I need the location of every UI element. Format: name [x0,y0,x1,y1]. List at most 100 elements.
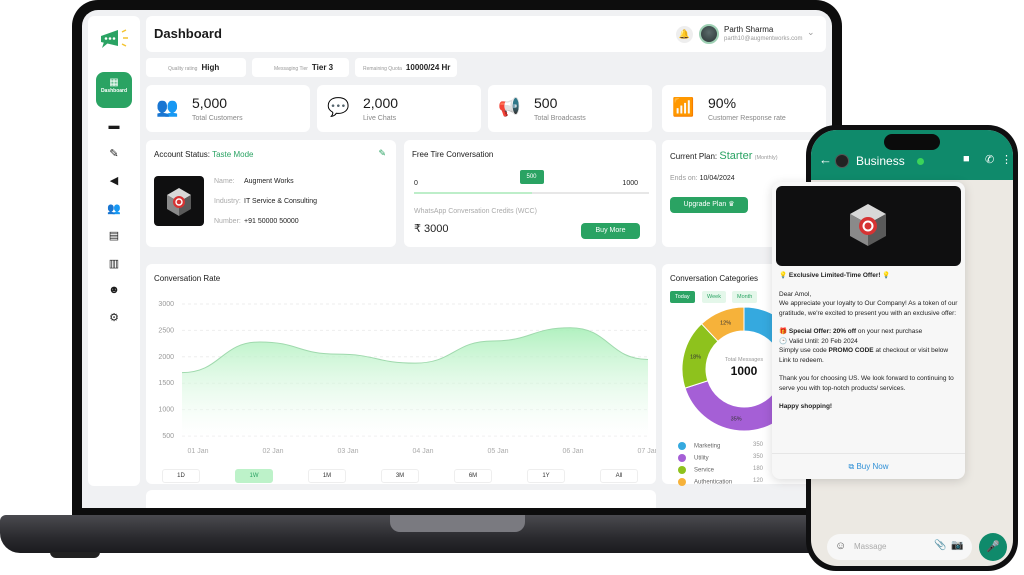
more-options-icon[interactable]: ⋮ [1001,153,1012,166]
message-image [776,186,961,266]
company-logo [154,176,204,226]
edit-icon[interactable]: ✎ [378,148,386,159]
y-tick-label: 1000 [158,407,174,414]
stat-live-chats: 💬 2,000 Live Chats [317,85,481,132]
area-fill [182,327,648,436]
contacts-icon: 👥 [107,203,121,215]
legend-item: Authentication 120 [678,478,763,486]
y-tick-label: 1500 [158,380,174,387]
user-avatar[interactable] [699,24,719,44]
upgrade-plan-button[interactable]: Upgrade Plan ♛ [670,197,748,213]
customers-icon: 👥 [156,97,179,117]
notification-bell-icon[interactable]: 🔔 [676,26,693,43]
slider-value-tooltip[interactable]: 500 [519,170,544,184]
legend-value: 350 [753,442,764,448]
account-status-card: Account Status: Taste Mode ✎ Name: Augmen… [146,140,396,247]
back-arrow-icon[interactable]: ← [819,152,832,167]
campaign-icon: ✎ [109,148,119,160]
bot-icon: ☻ [108,284,120,296]
sidebar-item-templates[interactable]: ▤ [88,229,140,242]
legend-value: 120 [753,478,764,484]
tab-week[interactable]: Week [702,291,726,303]
dashboard-icon: ▦ [109,77,119,88]
sidebar-item-campaign[interactable]: ✎ [88,147,140,160]
sidebar-item-contacts[interactable]: 👥 [88,202,140,215]
range-button-1w[interactable]: 1W [235,469,273,483]
legend-item: Service 180 [678,466,763,474]
phone-call-icon[interactable]: ✆ [985,153,994,166]
laptop-notch [390,515,525,532]
x-tick-label: 07 Jan [637,448,656,455]
conversation-rate-chart: 500 1000 1500 2000 2500 3000 01 Jan 02 Jan 03 Ja… [158,301,656,455]
contact-avatar[interactable] [835,154,849,168]
x-tick-label: 06 Jan [562,448,583,455]
sidebar-item-chat[interactable]: ▬ [88,120,140,132]
sidebar-item-analytics[interactable]: ▥ [88,257,140,270]
external-link-icon: ⧉ [848,462,855,471]
emoji-icon[interactable]: ☺ [835,540,846,552]
message-input[interactable]: ☺ Massage 📎 📷 [827,534,972,560]
top-header: Dashboard 🔔 Parth Sharma parth10@augment… [146,16,826,52]
wcc-amount: ₹ 3000 [414,223,449,235]
megaphone-logo-icon [101,29,128,48]
y-tick-label: 3000 [158,301,174,308]
attach-icon[interactable]: 📎 [934,540,946,551]
legend-label: Service [694,467,715,474]
range-button-1m[interactable]: 1M [308,469,346,483]
stat-total-customers: 👥 5,000 Total Customers [146,85,310,132]
account-name: Name: Augment Works [214,178,294,185]
sidebar-item-broadcast[interactable]: ◀ [88,174,140,187]
y-tick-label: 2500 [158,327,174,334]
x-tick-label: 02 Jan [262,448,283,455]
plan-name: Starter [719,150,753,162]
slider-max: 1000 [622,180,638,187]
broadcast-icon: 📢 [498,97,521,117]
range-button-all[interactable]: All [600,469,638,483]
buy-now-button[interactable]: ⧉ Buy Now [772,453,965,472]
analytics-icon: ▥ [108,258,120,270]
x-tick-label: 05 Jan [487,448,508,455]
range-button-1y[interactable]: 1Y [527,469,565,483]
settings-icon: ⚙ [109,312,119,324]
legend-dot [678,466,686,474]
augment-cube-icon [850,204,886,246]
remaining-quota-pill: Remaining Quota 10000/24 Hr [355,58,457,77]
messaging-tier-pill: Messaging Tier Tier 3 [252,58,349,77]
chevron-down-icon[interactable]: ⌄ [807,27,815,38]
sidebar: ▦ Dashboard ▬ ✎ ◀ 👥 ▤ ▥ ☻ ⚙ [88,16,140,486]
legend-item: Utility 350 [678,454,763,462]
x-tick-label: 01 Jan [187,448,208,455]
sidebar-item-dashboard[interactable]: ▦ Dashboard [96,72,132,108]
sidebar-item-settings[interactable]: ⚙ [88,311,140,324]
buy-more-button[interactable]: Buy More [581,223,640,239]
contact-name: Business [856,154,905,168]
crown-icon: ♛ [728,201,735,208]
tab-month[interactable]: Month [732,291,758,303]
account-number: Number: +91 50000 50000 [214,218,299,225]
response-rate-icon: 📶 [672,97,695,117]
slider-track[interactable] [414,192,649,194]
video-call-icon[interactable]: ■ [963,153,970,165]
slice-label: 12% [720,321,731,327]
stat-response-rate: 📶 90% Customer Response rate [662,85,826,132]
mic-icon: 🎤 [986,541,1000,553]
tab-today[interactable]: Today [670,291,695,303]
y-tick-label: 500 [162,433,174,440]
sidebar-item-bot[interactable]: ☻ [88,284,140,296]
broadcast-icon: ◀ [109,175,119,187]
range-button-1d[interactable]: 1D [162,469,200,483]
legend-dot [678,454,686,462]
donut-center-value: 1000 [731,364,758,378]
laptop-base [0,515,835,553]
legend-dot [678,442,686,450]
mic-button[interactable]: 🎤 [979,533,1007,561]
range-button-3m[interactable]: 3M [381,469,419,483]
y-tick-label: 2000 [158,354,174,361]
legend-dot [678,478,686,486]
template-icon: ▤ [108,230,120,242]
legend-value: 180 [753,466,764,472]
range-button-6m[interactable]: 6M [454,469,492,483]
quality-rating-pill: Quality rating High [146,58,246,77]
donut-center-label: Total Messages [725,357,763,363]
camera-icon[interactable]: 📷 [951,540,963,551]
